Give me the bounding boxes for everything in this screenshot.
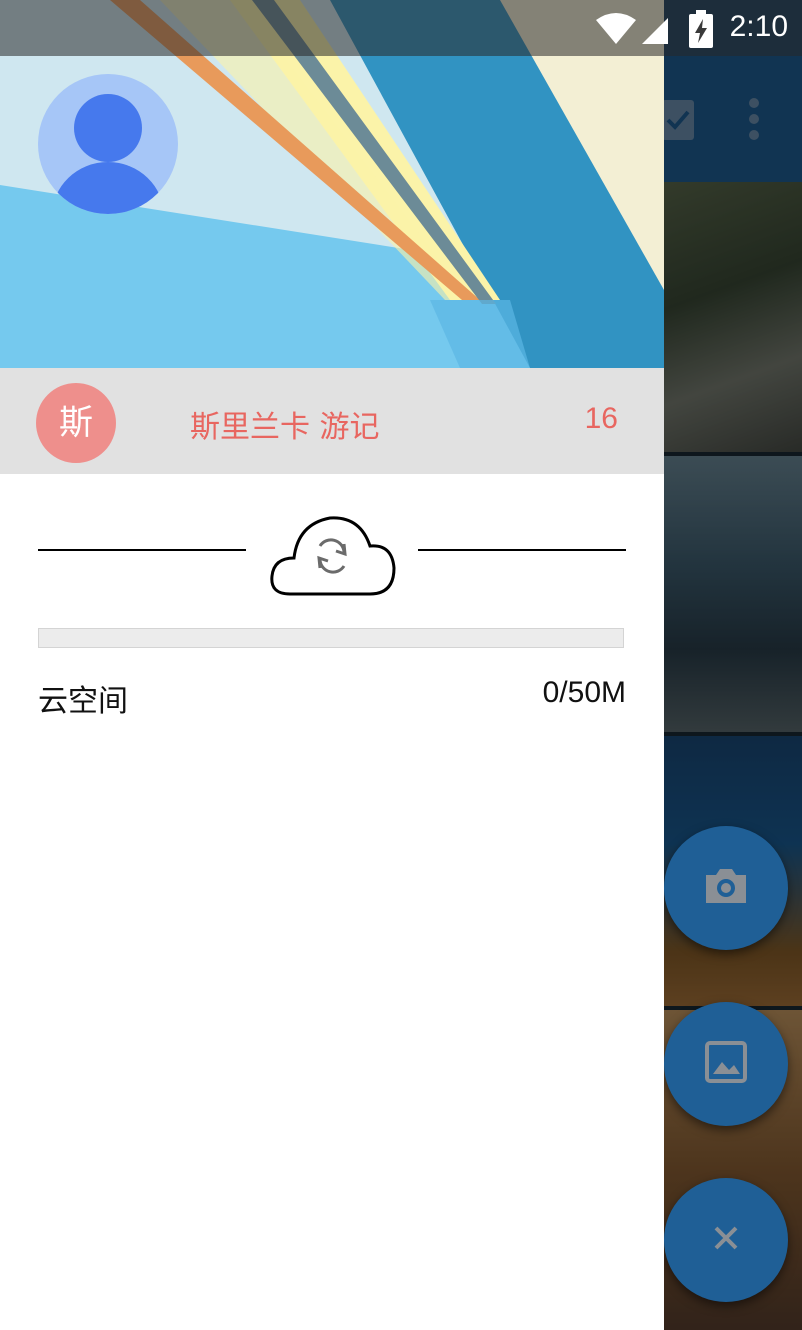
status-time: 2:10 [729, 10, 788, 43]
close-icon [711, 1223, 741, 1257]
divider [38, 549, 246, 551]
signal-icon [640, 16, 670, 48]
album-photo-count: 16 [584, 402, 618, 435]
wifi-icon [594, 12, 638, 48]
close-fab[interactable] [664, 1178, 788, 1302]
account-avatar[interactable] [38, 74, 178, 214]
storage-label: 云空间 [38, 684, 128, 719]
camera-icon [702, 865, 750, 911]
status-bar: 2:10 [0, 0, 802, 56]
cloud-sync-button[interactable] [266, 510, 398, 600]
album-badge: 斯 [36, 383, 116, 463]
storage-usage: 0/50M [542, 676, 626, 709]
battery-charging-icon [688, 10, 714, 52]
camera-fab[interactable] [664, 826, 788, 950]
divider [418, 549, 626, 551]
image-icon [704, 1040, 748, 1088]
storage-progress-bar [38, 628, 624, 648]
album-list-item[interactable]: 斯 斯里兰卡 游记 16 [0, 368, 664, 474]
navigation-drawer: 斯 斯里兰卡 游记 16 云空间 0/50M [0, 0, 664, 1330]
gallery-fab[interactable] [664, 1002, 788, 1126]
album-title: 斯里兰卡 游记 [190, 410, 380, 445]
cloud-sync-icon [266, 516, 398, 604]
